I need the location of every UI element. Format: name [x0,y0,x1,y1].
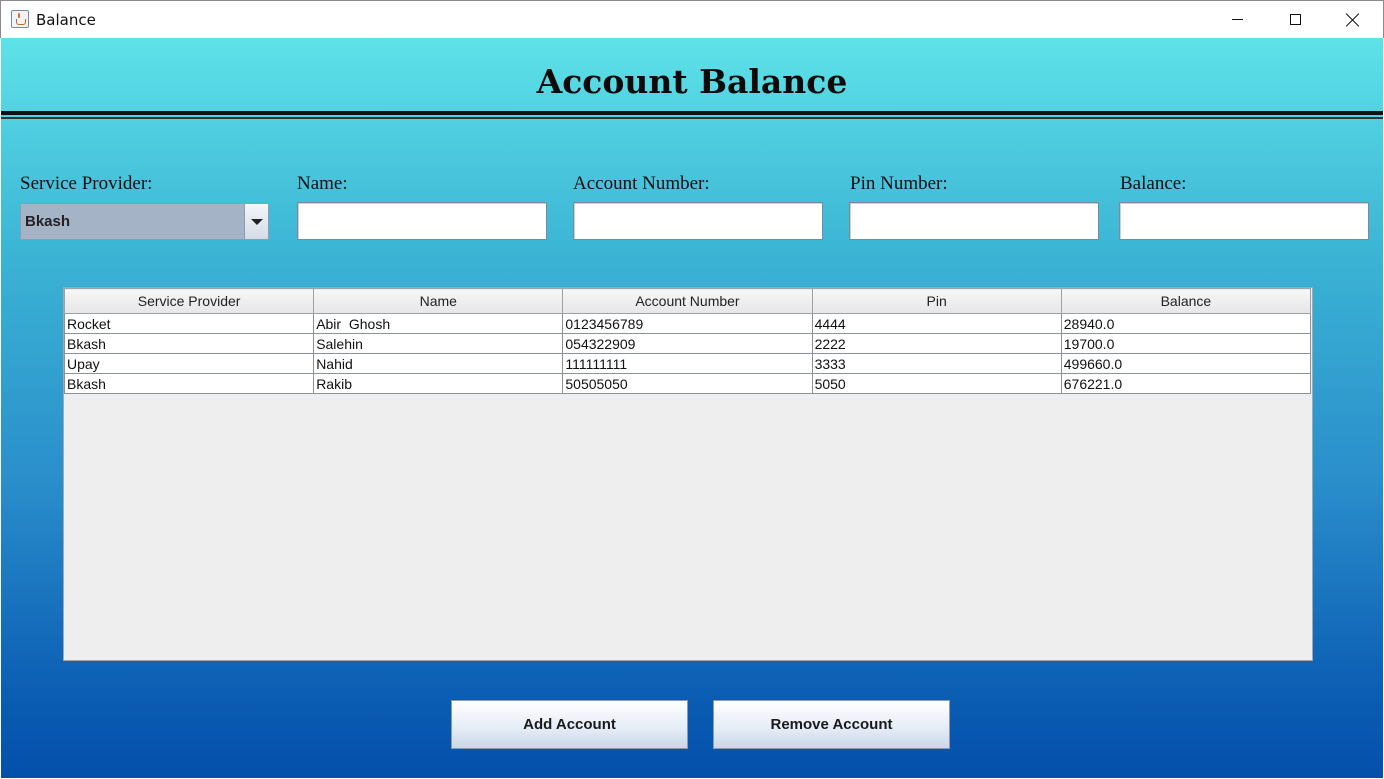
account-number-label: Account Number: [573,173,710,194]
table-cell[interactable]: 28940.0 [1060,313,1312,334]
maximize-button[interactable] [1266,1,1324,38]
column-header-pin[interactable]: Pin [811,288,1062,314]
name-label: Name: [297,173,348,194]
name-field[interactable] [297,202,547,240]
table-cell[interactable]: Rocket [63,313,315,334]
table-cell[interactable]: Bkash [63,373,315,394]
table-cell[interactable]: 676221.0 [1060,373,1312,394]
service-provider-label: Service Provider: [20,173,153,194]
table-cell[interactable]: 0123456789 [562,313,813,334]
column-header-service-provider[interactable]: Service Provider [63,288,315,314]
table-cell[interactable]: Upay [63,353,315,374]
table-row[interactable]: Upay Nahid 111111111 3333 499660.0 [63,353,1312,374]
content-panel: Account Balance Service Provider: Name: … [1,38,1383,778]
table-cell[interactable]: Salehin [313,333,564,354]
table-row[interactable]: Bkash Salehin 054322909 2222 19700.0 [63,333,1312,354]
close-icon [1346,13,1360,27]
service-provider-dropdown[interactable]: Bkash [20,203,269,240]
window-title: Balance [36,11,96,29]
table-cell[interactable]: 3333 [811,353,1062,374]
table-cell[interactable]: 054322909 [562,333,813,354]
accounts-table-container: Service Provider Name Account Number Pin… [63,287,1313,661]
title-divider [1,111,1383,115]
balance-field[interactable] [1119,202,1369,240]
table-header-row: Service Provider Name Account Number Pin… [63,288,1312,314]
pin-number-label: Pin Number: [850,173,948,194]
dropdown-arrow-button[interactable] [244,204,268,239]
table-cell[interactable]: 50505050 [562,373,813,394]
table-cell[interactable]: 4444 [811,313,1062,334]
service-provider-selected: Bkash [25,213,71,230]
minimize-icon [1231,19,1243,20]
minimize-button[interactable] [1208,1,1266,38]
maximize-icon [1289,14,1301,25]
table-cell[interactable]: 2222 [811,333,1062,354]
remove-account-button[interactable]: Remove Account [713,700,950,749]
table-row[interactable]: Rocket Abir Ghosh 0123456789 4444 28940.… [63,313,1312,334]
accounts-table[interactable]: Service Provider Name Account Number Pin… [63,288,1312,394]
table-cell[interactable]: 111111111 [562,353,813,374]
table-cell[interactable]: Bkash [63,333,315,354]
table-cell[interactable]: Abir Ghosh [313,313,564,334]
pin-number-field[interactable] [849,202,1099,240]
table-cell[interactable]: Nahid [313,353,564,374]
close-button[interactable] [1324,1,1382,38]
table-row[interactable]: Bkash Rakib 50505050 5050 676221.0 [63,373,1312,394]
table-cell[interactable]: Rakib [313,373,564,394]
page-title: Account Balance [536,62,848,101]
table-cell[interactable]: 5050 [811,373,1062,394]
title-divider-secondary [1,117,1383,119]
column-header-account-number[interactable]: Account Number [562,288,813,314]
table-cell[interactable]: 499660.0 [1060,353,1312,374]
account-number-field[interactable] [573,202,823,240]
table-cell[interactable]: 19700.0 [1060,333,1312,354]
column-header-balance[interactable]: Balance [1060,288,1312,314]
chevron-down-icon [250,218,263,225]
title-bar: Balance [0,0,1384,38]
column-header-name[interactable]: Name [313,288,564,314]
java-app-icon [11,10,29,28]
balance-label: Balance: [1120,173,1187,194]
add-account-button[interactable]: Add Account [451,700,688,749]
